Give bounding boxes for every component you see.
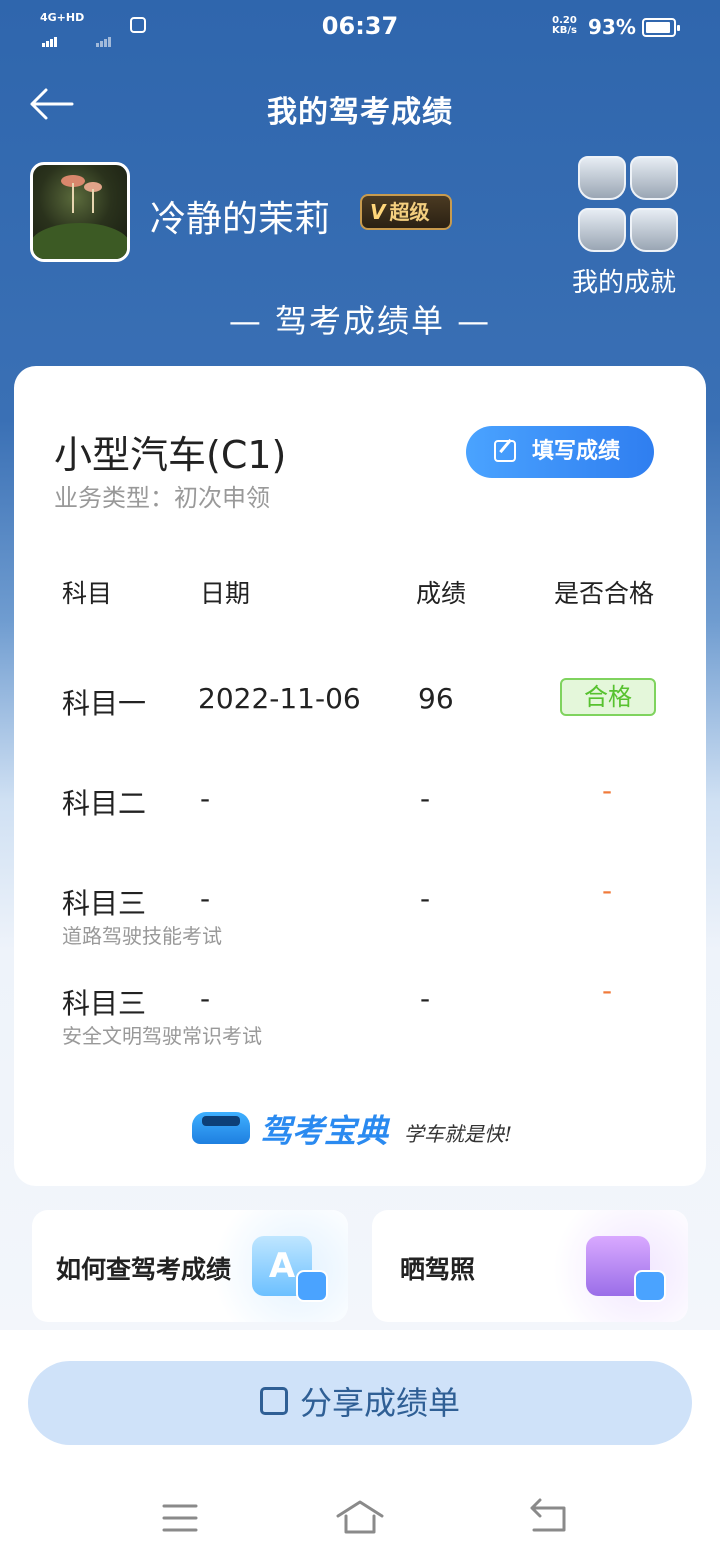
show-license-tile[interactable]: 晒驾照 (372, 1210, 688, 1322)
share-score-button[interactable]: 分享成绩单 (28, 1361, 692, 1445)
edit-icon (494, 440, 516, 462)
network-speed: 0.20 KB/s (552, 16, 577, 36)
fill-score-label: 填写成绩 (532, 439, 621, 464)
brand-slogan: 学车就是快! (404, 1122, 513, 1146)
row-score: - (420, 982, 431, 1015)
camera-icon (634, 1270, 666, 1302)
row-date: - (200, 782, 211, 815)
row-subject: 科目二 (62, 787, 147, 820)
row-subject: 科目一 (62, 687, 147, 720)
row-score: - (420, 782, 431, 815)
back-nav-icon[interactable] (518, 1490, 578, 1546)
row-date: - (200, 882, 211, 915)
row-subject: 科目三 (62, 987, 147, 1020)
fill-score-button[interactable]: 填写成绩 (466, 426, 654, 478)
score-sheet-title: — 驾考成绩单 — (228, 302, 492, 340)
page-title: 我的驾考成绩 (267, 95, 453, 130)
vip-v-icon: V (370, 200, 386, 224)
photo-icon (586, 1236, 666, 1302)
avatar[interactable] (30, 162, 130, 262)
brand-name: 驾考宝典 (260, 1112, 389, 1150)
vehicle-type: 小型汽车(C1) (54, 433, 287, 477)
score-card: 小型汽车(C1) 业务类型：初次申领 填写成绩 科目 日期 成绩 是否合格 科目… (14, 366, 706, 1186)
row-date: 2022-11-06 (198, 682, 361, 715)
magnifier-icon (296, 1270, 328, 1302)
achievements-label[interactable]: 我的成就 (572, 262, 676, 299)
business-type: 业务类型：初次申领 (54, 484, 270, 512)
menu-icon[interactable] (150, 1490, 210, 1546)
username: 冷静的茉莉 (150, 199, 331, 240)
row-score: 96 (418, 682, 454, 715)
battery-fill (646, 22, 670, 33)
achievement-badges[interactable] (574, 154, 684, 254)
vip-badge-label: 超级 (389, 200, 430, 224)
row-score: - (420, 882, 431, 915)
column-header-date: 日期 (200, 579, 251, 608)
achievement-badge-icon (578, 156, 626, 200)
brand-logo: 驾考宝典 学车就是快! (192, 1104, 532, 1154)
row-subject-detail: 道路驾驶技能考试 (62, 924, 222, 948)
column-header-score: 成绩 (416, 579, 467, 608)
battery-percent: 93% (588, 15, 636, 39)
car-logo-icon (192, 1112, 250, 1144)
row-subject-detail: 安全文明驾驶常识考试 (62, 1024, 262, 1048)
share-score-label: 分享成绩单 (299, 1384, 460, 1422)
column-header-subject: 科目 (62, 579, 113, 608)
achievement-badge-icon (578, 208, 626, 252)
row-result: - (602, 874, 613, 907)
vip-badge[interactable]: V 超级 (360, 194, 452, 230)
row-result: - (602, 974, 613, 1007)
how-to-query-label: 如何查驾考成绩 (56, 1255, 232, 1284)
column-header-result: 是否合格 (554, 579, 655, 608)
network-speed-unit: KB/s (552, 25, 577, 36)
row-date: - (200, 982, 211, 1015)
query-doc-icon: A (252, 1236, 328, 1302)
show-license-label: 晒驾照 (400, 1255, 476, 1284)
achievement-badge-icon (630, 156, 678, 200)
pass-badge: 合格 (560, 678, 656, 716)
row-subject: 科目三 (62, 887, 147, 920)
battery-icon (642, 18, 680, 37)
status-bar: 4G+HD 06:37 0.20 KB/s 93% (0, 0, 720, 56)
home-icon[interactable] (330, 1490, 390, 1546)
share-icon (259, 1387, 288, 1415)
navigation-bar: 我的驾考成绩 (0, 70, 720, 140)
how-to-query-tile[interactable]: 如何查驾考成绩 A (32, 1210, 348, 1322)
achievement-badge-icon (630, 208, 678, 252)
row-result: - (602, 774, 613, 807)
